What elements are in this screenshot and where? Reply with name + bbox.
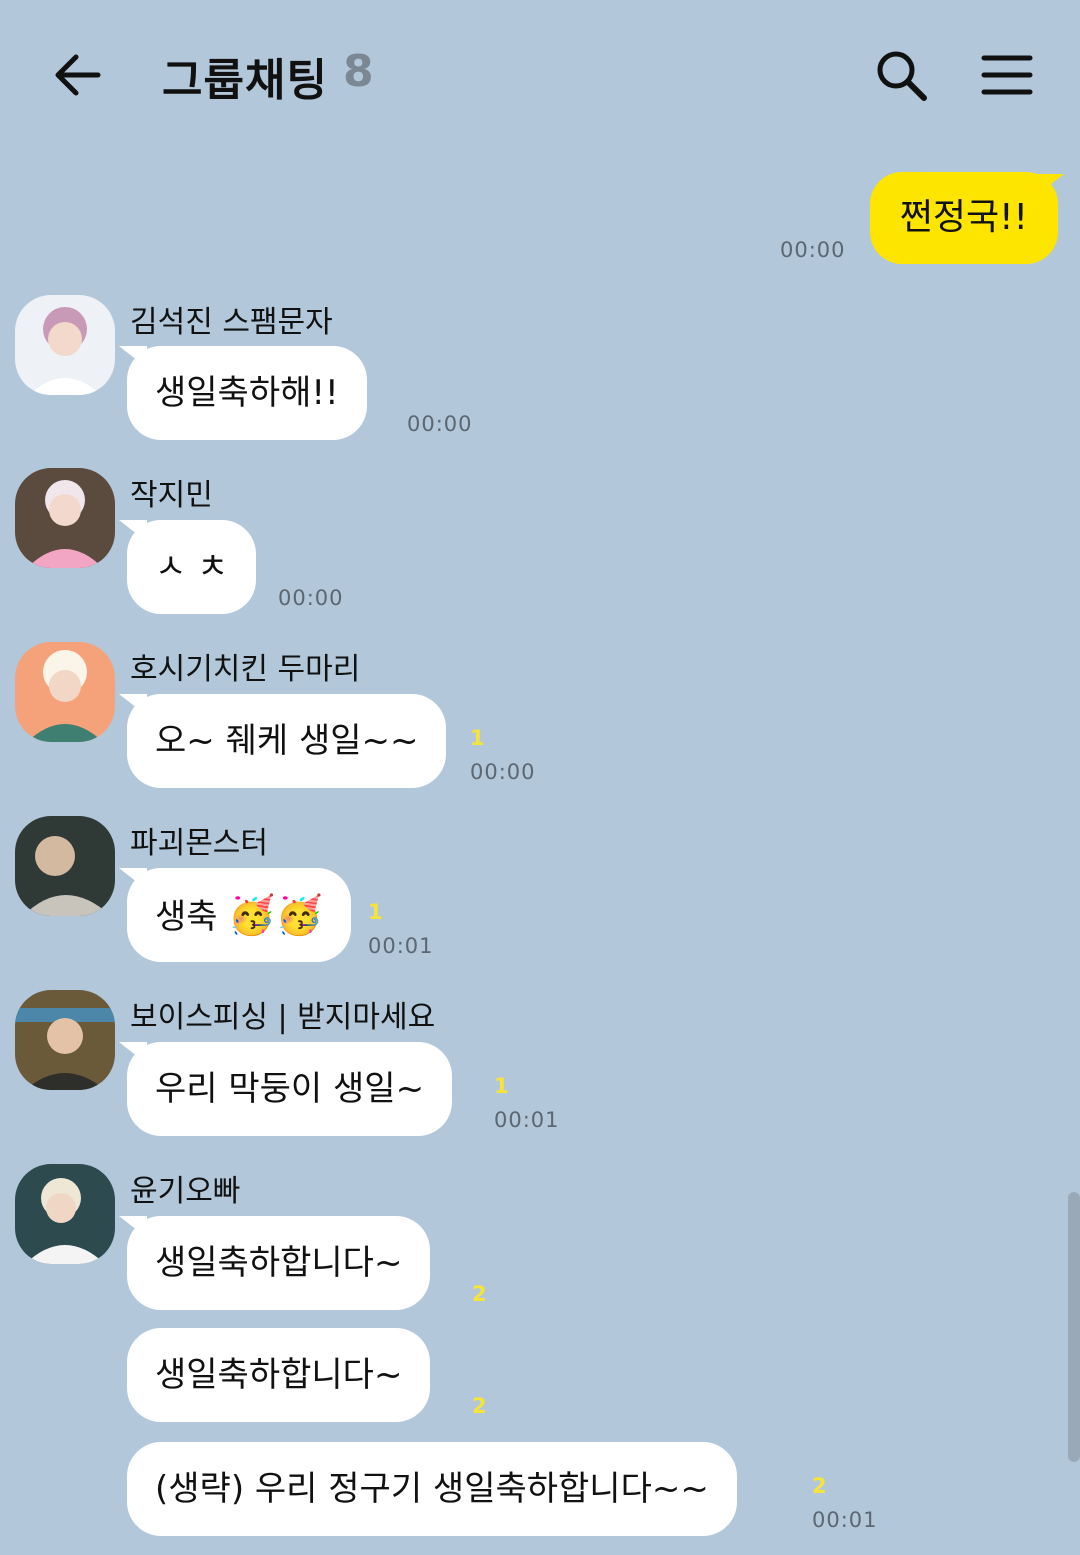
avatar[interactable] bbox=[15, 642, 115, 742]
unread-count: 1 bbox=[494, 1074, 509, 1098]
chat-header: 그룹채팅 8 bbox=[0, 0, 1080, 150]
message-text: 우리 막둥이 생일~ bbox=[155, 1069, 425, 1109]
bubble-tail bbox=[119, 1042, 147, 1064]
message-bubble[interactable]: (생략) 우리 정구기 생일축하합니다~~ bbox=[127, 1442, 737, 1536]
my-message-bubble[interactable]: 쩐정국!! bbox=[869, 172, 1058, 264]
message-text: 오~ 줴케 생일~~ bbox=[155, 721, 419, 761]
message-bubble[interactable]: 우리 막둥이 생일~ bbox=[119, 1042, 453, 1136]
message-text: 생일축하합니다~ bbox=[155, 1355, 403, 1395]
member-count: 8 bbox=[343, 46, 374, 97]
unread-count: 2 bbox=[472, 1282, 487, 1306]
message-time: 00:00 bbox=[278, 586, 344, 610]
message-bubble[interactable]: ㅅ ㅊ bbox=[119, 520, 257, 614]
message-time: 00:01 bbox=[812, 1508, 878, 1532]
message-time: 00:01 bbox=[368, 934, 434, 958]
unread-count: 2 bbox=[812, 1474, 827, 1498]
message-time: 00:00 bbox=[470, 760, 536, 784]
search-icon[interactable] bbox=[872, 48, 932, 104]
avatar[interactable] bbox=[15, 1164, 115, 1264]
bubble-tail bbox=[119, 346, 147, 368]
message-bubble[interactable]: 생일축하합니다~ bbox=[127, 1328, 431, 1422]
party-face-emoji: 🥳🥳 bbox=[228, 893, 324, 937]
message-text: 생일축하해!! bbox=[155, 373, 339, 413]
sender-name: 호시기치킨 두마리 bbox=[130, 652, 361, 687]
menu-icon[interactable] bbox=[980, 52, 1034, 98]
sender-name: 윤기오빠 bbox=[130, 1174, 241, 1209]
unread-count: 1 bbox=[368, 900, 383, 924]
avatar[interactable] bbox=[15, 990, 115, 1090]
message-time: 00:01 bbox=[494, 1108, 560, 1132]
sender-name: 김석진 스팸문자 bbox=[130, 305, 333, 340]
message-text: ㅅ ㅊ bbox=[155, 547, 229, 587]
my-message-time: 00:00 bbox=[780, 238, 846, 262]
message-text: 생축 bbox=[155, 897, 218, 937]
message-bubble[interactable]: 오~ 줴케 생일~~ bbox=[119, 694, 447, 788]
sender-name: 파괴몬스터 bbox=[130, 826, 268, 861]
sender-name: 보이스피싱 | 받지마세요 bbox=[130, 1000, 436, 1035]
my-message-text: 쩐정국!! bbox=[899, 197, 1028, 238]
message-bubble[interactable]: 생축 🥳🥳 bbox=[119, 868, 352, 962]
my-bubble-tail bbox=[1038, 174, 1064, 194]
bubble-tail bbox=[119, 868, 147, 890]
scrollbar[interactable] bbox=[1068, 1192, 1080, 1462]
bubble-tail bbox=[119, 694, 147, 716]
message-text: (생략) 우리 정구기 생일축하합니다~~ bbox=[155, 1469, 709, 1509]
back-arrow-icon[interactable] bbox=[50, 48, 106, 102]
message-bubble[interactable]: 생일축하합니다~ bbox=[119, 1216, 431, 1310]
message-bubble[interactable]: 생일축하해!! bbox=[119, 346, 367, 440]
unread-count: 2 bbox=[472, 1394, 487, 1418]
bubble-tail bbox=[119, 520, 147, 542]
sender-name: 작지민 bbox=[130, 478, 213, 513]
message-time: 00:00 bbox=[407, 412, 473, 436]
message-text: 생일축하합니다~ bbox=[155, 1243, 403, 1283]
avatar[interactable] bbox=[15, 295, 115, 395]
bubble-tail bbox=[119, 1216, 147, 1238]
chat-title: 그룹채팅 bbox=[162, 55, 328, 106]
avatar[interactable] bbox=[15, 816, 115, 916]
avatar[interactable] bbox=[15, 468, 115, 568]
unread-count: 1 bbox=[470, 726, 485, 750]
